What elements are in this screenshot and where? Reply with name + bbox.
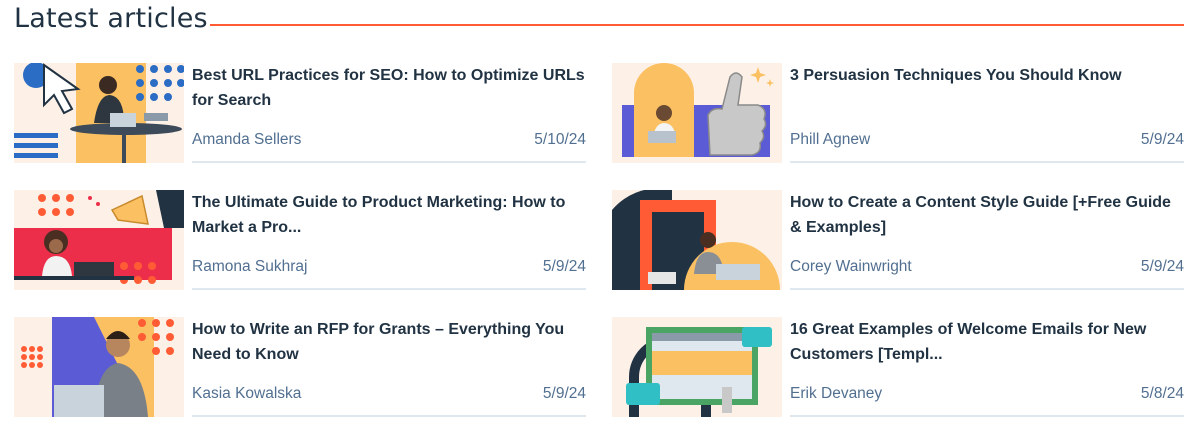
article-author: Kasia Kowalska: [192, 385, 302, 402]
article-date: 5/9/24: [1140, 258, 1184, 275]
article-title[interactable]: How to Create a Content Style Guide [+Fr…: [790, 190, 1186, 240]
card-divider: [192, 288, 586, 290]
article-date: 5/9/24: [1140, 131, 1184, 148]
card-divider: [192, 161, 586, 163]
article-thumbnail[interactable]: [14, 63, 184, 163]
article-thumbnail[interactable]: [612, 317, 782, 417]
card-divider: [790, 288, 1184, 290]
article-card[interactable]: 16 Great Examples of Welcome Emails for …: [612, 317, 1184, 417]
article-card[interactable]: Best URL Practices for SEO: How to Optim…: [14, 63, 586, 163]
article-card[interactable]: How to Write an RFP for Grants – Everyth…: [14, 317, 586, 417]
article-title[interactable]: 16 Great Examples of Welcome Emails for …: [790, 317, 1186, 367]
article-card[interactable]: How to Create a Content Style Guide [+Fr…: [612, 190, 1184, 290]
article-author: Corey Wainwright: [790, 258, 912, 275]
article-title[interactable]: Best URL Practices for SEO: How to Optim…: [192, 63, 588, 113]
card-divider: [192, 415, 586, 417]
article-date: 5/10/24: [534, 131, 586, 148]
article-thumbnail[interactable]: [612, 190, 782, 290]
section-header: Latest articles: [14, 0, 1184, 40]
article-date: 5/9/24: [542, 385, 586, 402]
article-title[interactable]: How to Write an RFP for Grants – Everyth…: [192, 317, 588, 367]
section-divider: [210, 24, 1184, 26]
article-author: Ramona Sukhraj: [192, 258, 308, 275]
article-title[interactable]: 3 Persuasion Techniques You Should Know: [790, 63, 1186, 88]
card-divider: [790, 161, 1184, 163]
article-date: 5/9/24: [542, 258, 586, 275]
article-thumbnail[interactable]: [612, 63, 782, 163]
article-card[interactable]: The Ultimate Guide to Product Marketing:…: [14, 190, 586, 290]
article-author: Phill Agnew: [790, 131, 871, 148]
article-card[interactable]: 3 Persuasion Techniques You Should Know …: [612, 63, 1184, 163]
article-thumbnail[interactable]: [14, 190, 184, 290]
article-author: Erik Devaney: [790, 385, 883, 402]
section-title: Latest articles: [14, 3, 208, 34]
card-divider: [790, 415, 1184, 417]
article-date: 5/8/24: [1140, 385, 1184, 402]
article-author: Amanda Sellers: [192, 131, 302, 148]
article-thumbnail[interactable]: [14, 317, 184, 417]
article-title[interactable]: The Ultimate Guide to Product Marketing:…: [192, 190, 588, 240]
